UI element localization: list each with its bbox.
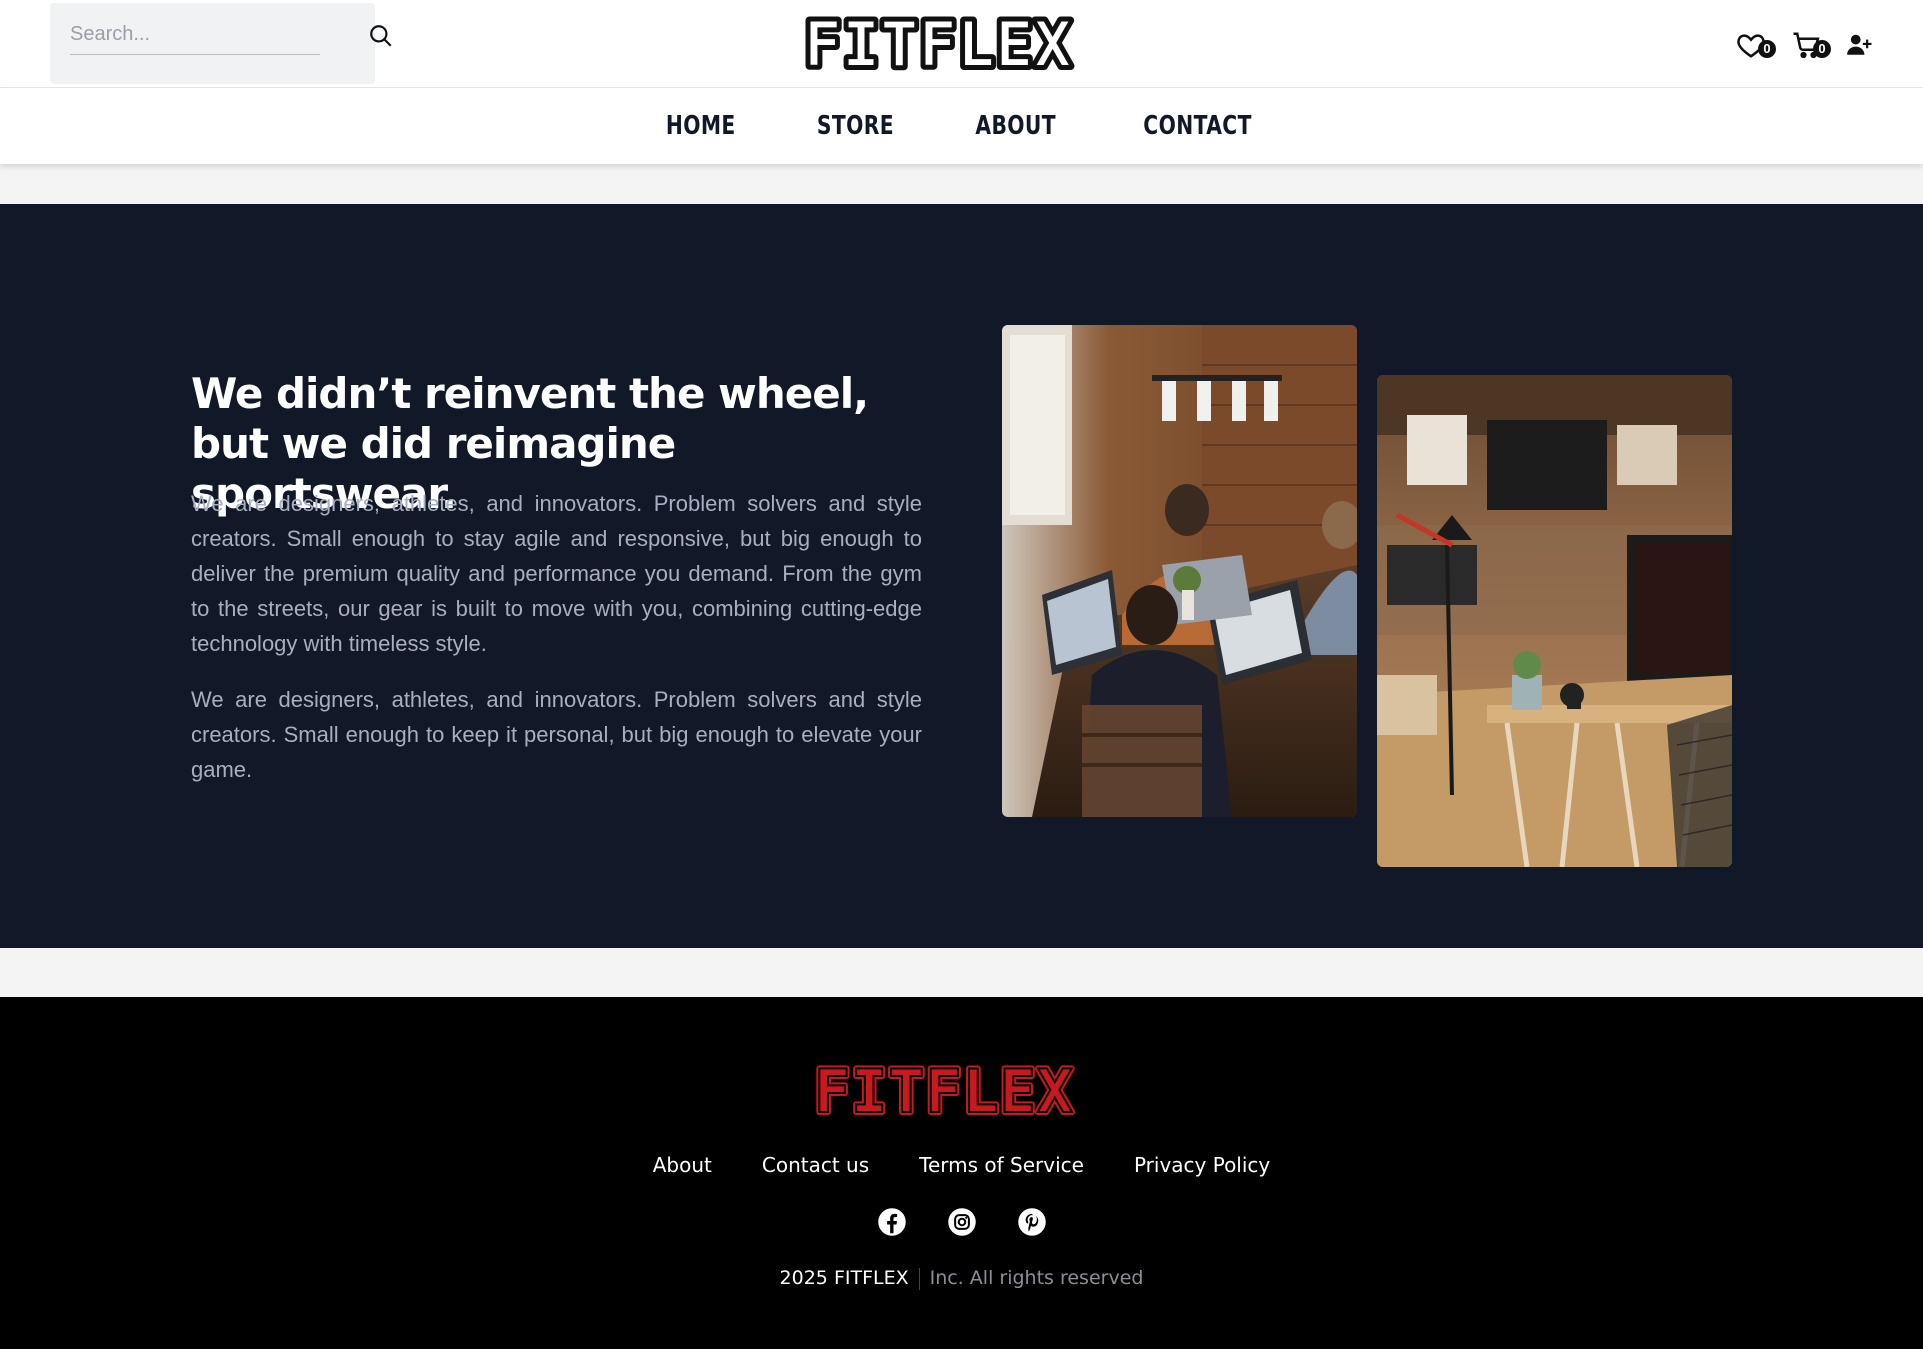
facebook-icon[interactable] — [877, 1207, 907, 1237]
wishlist-count-badge: 0 — [1758, 40, 1776, 58]
copyright-brand: 2025 FITFLEX — [779, 1267, 909, 1289]
about-hero-section: We didn’t reinvent the wheel, but we did… — [0, 204, 1923, 948]
social-links — [0, 1207, 1923, 1237]
user-add-icon[interactable] — [1846, 30, 1872, 60]
site-footer: FITFLEX FITFLEX About Contact us Terms o… — [0, 997, 1923, 1349]
top-header: FITFLEX FITFLEX 0 0 — [0, 0, 1923, 88]
pinterest-icon[interactable] — [1017, 1207, 1047, 1237]
brand-logo-text: FITFLEX — [804, 14, 1072, 74]
nav-home[interactable]: HOME — [666, 111, 736, 141]
footer-link-terms[interactable]: Terms of Service — [919, 1153, 1084, 1177]
footer-links: About Contact us Terms of Service Privac… — [0, 1153, 1923, 1177]
nav-store[interactable]: STORE — [816, 111, 893, 141]
copyright-divider — [918, 1267, 920, 1290]
search-icon[interactable] — [368, 23, 394, 49]
office-photo — [1377, 375, 1732, 867]
footer-logo[interactable]: FITFLEX FITFLEX — [810, 1060, 1130, 1120]
cart-count-badge: 0 — [1813, 40, 1831, 58]
footer-link-about[interactable]: About — [653, 1153, 712, 1177]
main-nav: HOME STORE ABOUT CONTACT — [0, 88, 1923, 164]
footer-link-contact[interactable]: Contact us — [762, 1153, 869, 1177]
team-photo — [1002, 325, 1357, 817]
copyright-text: Inc. All rights reserved — [929, 1267, 1144, 1289]
hero-paragraph-2: We are designers, athletes, and innovato… — [191, 687, 922, 782]
search-box — [50, 3, 392, 84]
search-input[interactable] — [70, 15, 320, 55]
nav-links: HOME STORE ABOUT CONTACT — [0, 88, 1923, 164]
instagram-icon[interactable] — [947, 1207, 977, 1237]
nav-contact[interactable]: CONTACT — [1143, 111, 1252, 141]
footer-logo-text: FITFLEX — [814, 1060, 1074, 1120]
nav-about[interactable]: ABOUT — [976, 111, 1057, 141]
brand-logo[interactable]: FITFLEX FITFLEX — [800, 14, 1122, 74]
hero-paragraph-1: We are designers, athletes, and innovato… — [191, 491, 922, 656]
footer-link-privacy[interactable]: Privacy Policy — [1134, 1153, 1270, 1177]
copyright: 2025 FITFLEX Inc. All rights reserved — [0, 1267, 1923, 1290]
